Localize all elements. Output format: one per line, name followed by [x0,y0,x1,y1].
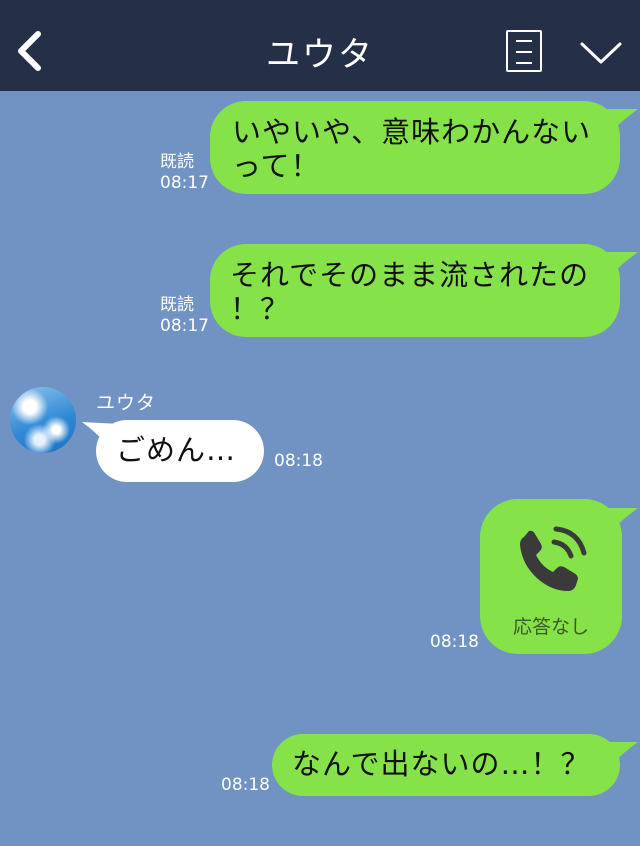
message-text-line: ごめん… [116,433,237,467]
message-meta: 既読 08:17 [160,295,209,337]
message-time: 08:17 [160,316,209,336]
chat-header: ユウタ [0,0,640,91]
collapse-button[interactable] [578,38,624,68]
sent-message-bubble[interactable]: なんで出ないの…！？ [272,734,620,796]
bubble-tail [600,252,638,274]
message-meta: 既読 08:17 [160,152,209,194]
message-text-line: いやいや、意味わかんない [232,115,592,149]
message-time: 08:17 [160,173,209,193]
message-time: 08:18 [430,632,479,652]
message-time: 08:18 [221,775,270,795]
phone-call-icon [520,526,587,591]
bubble-tail [600,742,638,764]
call-status-label: 応答なし [512,616,589,638]
bubble-tail [600,508,638,530]
bubble-tail [600,109,638,131]
message-text-line: って！ [232,149,321,183]
message-time: 08:18 [274,451,323,471]
message-text-line: ！？ [230,292,291,326]
chat-title: ユウタ [266,35,374,75]
sent-message-bubble[interactable]: いやいや、意味わかんない って！ [210,101,620,194]
read-status: 既読 [160,152,194,172]
note-list-button[interactable] [506,30,542,72]
avatar[interactable] [10,387,76,453]
sent-message-bubble[interactable]: それでそのまま流されたの ！？ [210,244,620,337]
message-text-line: それでそのまま流されたの [230,258,590,292]
sender-name: ユウタ [96,392,157,414]
read-status: 既読 [160,295,194,315]
received-message-bubble[interactable]: ごめん… [96,420,264,482]
chevron-down-icon [580,42,622,64]
message-text-line: なんで出ないの…！？ [292,747,591,781]
